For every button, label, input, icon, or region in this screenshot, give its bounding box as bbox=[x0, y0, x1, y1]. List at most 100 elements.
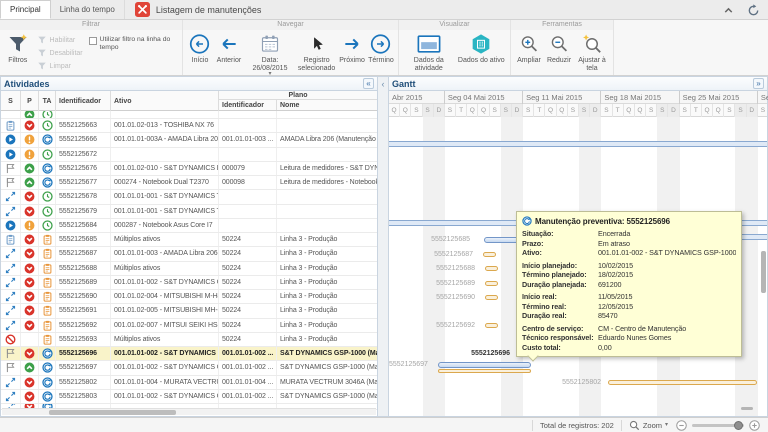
cell-plano-identificador: 50224 bbox=[219, 319, 277, 332]
filtros-button[interactable]: Filtros bbox=[3, 32, 33, 74]
table-row[interactable]: 5552125684000287 - Notebook Asus Core I7 bbox=[1, 219, 377, 233]
table-row[interactable]: 5552125696001.01.01-002 - S&T DYNAMICS G… bbox=[1, 347, 377, 361]
table-row[interactable]: 5552125803001.01.01-002 - S&T DYNAMICS G… bbox=[1, 390, 377, 404]
collapse-activities-button[interactable]: « bbox=[363, 78, 374, 89]
reopen-icon bbox=[5, 305, 16, 316]
day-cell: S bbox=[411, 104, 422, 117]
day-cell: S bbox=[490, 104, 501, 117]
table-row[interactable]: 5552125678001.01.01-001 - S&T DYNAMICS T… bbox=[1, 190, 377, 204]
table-row[interactable]: 5552125685Múltiplos ativos50224Linha 3 -… bbox=[1, 233, 377, 247]
column-header-ativo[interactable]: Ativo bbox=[111, 91, 219, 111]
cell-c-ta bbox=[39, 319, 56, 332]
desabilitar-button[interactable]: Desabilitar bbox=[37, 48, 83, 58]
column-header-plano[interactable]: Plano bbox=[219, 91, 377, 100]
gantt-bar[interactable] bbox=[438, 369, 531, 373]
tab-principal[interactable]: Principal bbox=[0, 0, 51, 19]
gantt-vscroll-thumb[interactable] bbox=[761, 251, 766, 293]
cell-c-ta bbox=[39, 133, 56, 146]
refresh-icon[interactable] bbox=[747, 4, 760, 17]
table-row[interactable]: 5552125687001.01.01-003 - AMADA Libra 20… bbox=[1, 247, 377, 261]
proximo-button[interactable]: Próximo bbox=[337, 32, 367, 77]
cell-identificador: 5552125672 bbox=[56, 148, 111, 161]
day-cell: D bbox=[512, 104, 523, 117]
cell-c-s bbox=[1, 176, 21, 189]
gantt-bar[interactable] bbox=[485, 295, 498, 300]
cell-c-p bbox=[21, 390, 39, 403]
table-row[interactable]: 5552125688Múltiplos ativos50224Linha 3 -… bbox=[1, 262, 377, 276]
column-header-plano-identificador[interactable]: Identificador bbox=[219, 100, 277, 110]
column-header-ta[interactable]: TA bbox=[39, 91, 56, 111]
table-row[interactable]: 5552125690001.01.02-004 - MITSUBISHI M-H… bbox=[1, 290, 377, 304]
column-header-s[interactable]: S bbox=[1, 91, 21, 111]
termino-button[interactable]: Término bbox=[367, 32, 395, 77]
dados-ativo-button[interactable]: Dados do ativo bbox=[456, 32, 506, 74]
table-row[interactable]: 5552125663001.01.02-013 - TOSHIBA NX 76 bbox=[1, 119, 377, 133]
cell-c-s bbox=[1, 233, 21, 246]
tooltip-field-label: Custo total: bbox=[522, 343, 598, 353]
cell-c-s bbox=[1, 276, 21, 289]
collapse-ribbon-icon[interactable] bbox=[722, 4, 735, 17]
cell-c-p bbox=[21, 333, 39, 346]
gantt-bar[interactable] bbox=[485, 323, 498, 328]
collapse-gantt-button[interactable]: » bbox=[753, 78, 764, 89]
cell-c-ta bbox=[39, 111, 56, 118]
down-icon bbox=[24, 263, 35, 274]
tab-linha-do-tempo[interactable]: Linha do tempo bbox=[51, 0, 125, 19]
table-row[interactable]: 5552125693Múltiplos ativos50224Linha 3 -… bbox=[1, 333, 377, 347]
gantt-bar[interactable] bbox=[485, 266, 498, 271]
limpar-button[interactable]: Limpar bbox=[37, 61, 83, 71]
table-row[interactable] bbox=[1, 111, 377, 119]
zoom-decrease-button[interactable] bbox=[676, 420, 687, 431]
gantt-bar[interactable] bbox=[483, 252, 496, 257]
activities-hscroll-thumb[interactable] bbox=[49, 410, 176, 415]
cell-c-s bbox=[1, 262, 21, 275]
zoom-dropdown[interactable]: Zoom ▾ bbox=[629, 420, 668, 431]
sync-icon bbox=[42, 163, 53, 174]
gantt-bar-label: 5552125692 bbox=[389, 322, 475, 330]
table-row[interactable]: 5552125689001.01.01-002 - S&T DYNAMICS G… bbox=[1, 276, 377, 290]
table-row[interactable]: 5552125677000274 - Notebook Dual T237000… bbox=[1, 176, 377, 190]
gantt-panel-header: Gantt » bbox=[389, 77, 767, 91]
cell-identificador: 5552125803 bbox=[56, 390, 111, 403]
table-row[interactable]: 5552125666001.01.01-003A - AMADA Libra 2… bbox=[1, 133, 377, 147]
column-header-plano-nome[interactable]: Nome bbox=[277, 100, 377, 110]
activities-panel-header: Atividades « bbox=[1, 77, 377, 91]
registro-selecionado-button[interactable]: Registro selecionado bbox=[296, 32, 337, 77]
reopen-icon bbox=[5, 248, 16, 259]
gantt-bar[interactable] bbox=[608, 380, 757, 385]
zoom-increase-button[interactable] bbox=[749, 420, 760, 431]
anterior-button[interactable]: Anterior bbox=[214, 32, 244, 77]
table-row[interactable]: 5552125676001.01.02-010 - S&T DYNAMICS F… bbox=[1, 162, 377, 176]
ajustar-tela-button[interactable]: Ajustar à tela bbox=[574, 32, 610, 74]
cell-identificador: 5552125690 bbox=[56, 290, 111, 303]
desabilitar-label: Desabilitar bbox=[50, 50, 83, 57]
cell-c-p bbox=[21, 219, 39, 232]
inicio-button[interactable]: Início bbox=[186, 32, 214, 77]
table-row[interactable]: 5552125692001.01.02-007 - MITSUI SEIKI H… bbox=[1, 319, 377, 333]
panel-splitter[interactable]: ‹ bbox=[378, 76, 388, 417]
ampliar-button[interactable]: Ampliar bbox=[514, 32, 544, 74]
table-row[interactable]: 5552125802001.01.01-004 - MURATA VECTRU.… bbox=[1, 376, 377, 390]
gantt-bar[interactable] bbox=[485, 281, 498, 286]
table-row[interactable]: 5552125691001.01.02-005 - MITSUBISHI MH-… bbox=[1, 304, 377, 318]
table-row[interactable]: 5552125697001.01.01-002 - S&T DYNAMICS G… bbox=[1, 361, 377, 375]
gantt-bar[interactable] bbox=[438, 362, 531, 368]
warn-icon bbox=[24, 220, 35, 231]
table-row[interactable]: 5552125679001.01.01-001 - S&T DYNAMICS T… bbox=[1, 205, 377, 219]
zoom-slider-thumb[interactable] bbox=[734, 421, 743, 430]
table-row[interactable]: 5552125672 bbox=[1, 148, 377, 162]
cell-c-p bbox=[21, 347, 39, 360]
timeline-filter-checkbox[interactable]: Utilizar filtro na linha do tempo bbox=[89, 36, 179, 74]
dados-atividade-button[interactable]: Dados da atividade bbox=[403, 32, 455, 74]
cursor-icon bbox=[309, 33, 325, 55]
column-header-p[interactable]: P bbox=[21, 91, 39, 111]
sync-icon bbox=[42, 391, 53, 402]
termino-label: Término bbox=[368, 57, 394, 65]
cell-ativo: 001.01.02-004 - MITSUBISHI M-H4... bbox=[111, 290, 219, 303]
reduzir-button[interactable]: Reduzir bbox=[544, 32, 574, 74]
checkbox-box[interactable] bbox=[89, 37, 97, 45]
gantt-hscroll-thumb[interactable] bbox=[741, 407, 753, 410]
column-header-identificador[interactable]: Identificador bbox=[56, 91, 111, 111]
habilitar-button[interactable]: Habilitar bbox=[37, 35, 83, 45]
date-picker-button[interactable]: Data: 26/08/2015 ▾ bbox=[244, 32, 296, 77]
